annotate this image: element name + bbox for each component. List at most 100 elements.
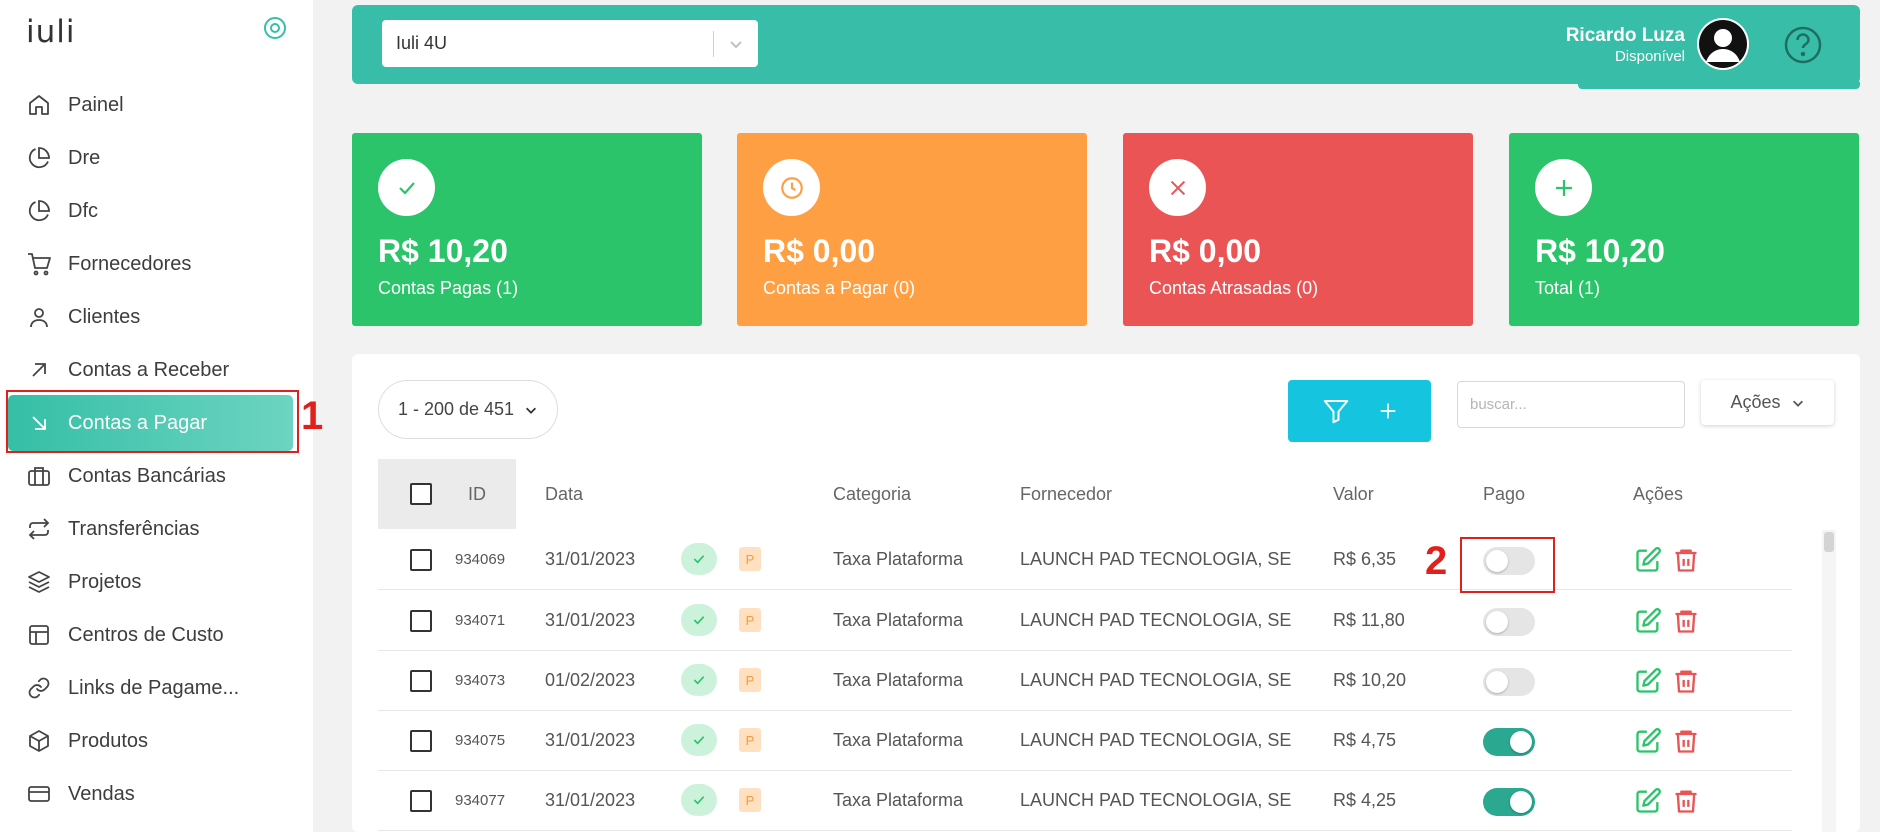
- column-header-id[interactable]: ID: [468, 484, 486, 505]
- select-all-checkbox[interactable]: [410, 483, 432, 505]
- trash-icon[interactable]: [1672, 546, 1700, 574]
- table-row[interactable]: 934071 31/01/2023 P Taxa Plataforma LAUN…: [378, 591, 1792, 651]
- paid-toggle[interactable]: [1483, 728, 1535, 756]
- sidebar-item-clientes[interactable]: Clientes: [8, 289, 293, 345]
- company-select-value: Iuli 4U: [396, 33, 448, 53]
- chevron-down-icon[interactable]: [714, 36, 758, 52]
- row-value: R$ 4,25: [1333, 790, 1397, 810]
- edit-icon[interactable]: [1634, 727, 1662, 755]
- row-id: 934069: [455, 551, 506, 568]
- avatar[interactable]: [1697, 18, 1749, 70]
- sidebar-item-transferencias[interactable]: Transferências: [8, 501, 293, 557]
- card-contas-pagas[interactable]: R$ 10,20 Contas Pagas (1): [352, 133, 702, 326]
- x-icon: [1149, 159, 1206, 216]
- sidebar-item-projetos[interactable]: Projetos: [8, 554, 293, 610]
- row-badge: P: [739, 668, 761, 692]
- sidebar-item-painel[interactable]: Painel: [8, 77, 293, 133]
- card-contas-a-pagar[interactable]: R$ 0,00 Contas a Pagar (0): [737, 133, 1087, 326]
- sidebar-item-produtos[interactable]: Produtos: [8, 713, 293, 769]
- scrollbar-thumb[interactable]: [1824, 532, 1834, 552]
- accounts-payable-panel: 1 - 200 de 451 Ações ID Data Categoria F…: [352, 354, 1860, 832]
- table-header: ID Data Categoria Fornecedor Valor Pago …: [378, 459, 1830, 529]
- company-select[interactable]: Iuli 4U: [382, 20, 758, 67]
- row-id: 934073: [455, 672, 506, 689]
- logo-text: iuli: [26, 14, 76, 50]
- row-checkbox[interactable]: [410, 730, 432, 752]
- sidebar-toggle-icon[interactable]: [263, 16, 287, 40]
- sidebar-item-centros-de-custo[interactable]: Centros de Custo: [8, 607, 293, 663]
- paid-toggle[interactable]: [1483, 668, 1535, 696]
- row-checkbox[interactable]: [410, 610, 432, 632]
- column-header-actions: Ações: [1633, 484, 1684, 504]
- actions-dropdown[interactable]: Ações: [1701, 380, 1834, 425]
- column-header-supplier[interactable]: Fornecedor: [1020, 484, 1112, 505]
- table-row[interactable]: 934069 31/01/2023 P Taxa Plataforma LAUN…: [378, 530, 1792, 590]
- plus-icon: [1377, 400, 1399, 422]
- pagination-dropdown[interactable]: 1 - 200 de 451: [378, 380, 558, 439]
- paid-toggle[interactable]: [1483, 788, 1535, 816]
- row-supplier: LAUNCH PAD TECNOLOGIA, SE: [1020, 730, 1292, 750]
- sidebar-item-vendas[interactable]: Vendas: [8, 766, 293, 822]
- sidebar-item-label: Painel: [68, 93, 124, 116]
- row-supplier: LAUNCH PAD TECNOLOGIA, SE: [1020, 790, 1292, 810]
- row-checkbox[interactable]: [410, 549, 432, 571]
- sidebar-item-fornecedores[interactable]: Fornecedores: [8, 236, 293, 292]
- filter-add-button[interactable]: [1288, 380, 1431, 442]
- card-label: Contas Atrasadas (0): [1149, 278, 1319, 298]
- help-icon[interactable]: [1783, 25, 1823, 65]
- sidebar-item-dre[interactable]: Dre: [8, 130, 293, 186]
- search-input[interactable]: [1457, 381, 1685, 428]
- table-row[interactable]: 934077 31/01/2023 P Taxa Plataforma LAUN…: [378, 771, 1792, 831]
- trash-icon[interactable]: [1672, 787, 1700, 815]
- row-date: 31/01/2023: [545, 730, 636, 750]
- check-icon: [681, 724, 717, 756]
- table-row[interactable]: 934075 31/01/2023 P Taxa Plataforma LAUN…: [378, 711, 1792, 771]
- sidebar-item-label: Clientes: [68, 305, 141, 328]
- user-info[interactable]: Ricardo Luza Disponível: [1566, 25, 1685, 65]
- iuli-logo[interactable]: iuli: [26, 14, 76, 50]
- annotation-box-1: [6, 390, 299, 453]
- briefcase-icon: [26, 463, 52, 489]
- trash-icon[interactable]: [1672, 667, 1700, 695]
- sidebar-item-label: Dfc: [68, 199, 98, 222]
- row-supplier: LAUNCH PAD TECNOLOGIA, SE: [1020, 549, 1292, 569]
- row-category: Taxa Plataforma: [833, 790, 964, 810]
- row-badge: P: [739, 547, 761, 571]
- edit-icon[interactable]: [1634, 546, 1662, 574]
- row-badge: P: [739, 728, 761, 752]
- column-header-paid[interactable]: Pago: [1483, 484, 1525, 505]
- paid-toggle[interactable]: [1483, 608, 1535, 636]
- row-category: Taxa Plataforma: [833, 549, 964, 569]
- row-value: R$ 4,75: [1333, 730, 1397, 750]
- row-value: R$ 6,35: [1333, 549, 1397, 569]
- edit-icon[interactable]: [1634, 607, 1662, 635]
- annotation-box-2: [1460, 537, 1555, 593]
- trash-icon[interactable]: [1672, 607, 1700, 635]
- sidebar-item-label: Dre: [68, 146, 101, 169]
- sidebar-item-contas-bancarias[interactable]: Contas Bancárias: [8, 448, 293, 504]
- actions-label: Ações: [1730, 392, 1781, 412]
- chevron-down-icon: [524, 403, 538, 417]
- sidebar-item-label: Contas a Receber: [68, 358, 230, 381]
- sidebar-item-label: Centros de Custo: [68, 623, 224, 646]
- row-checkbox[interactable]: [410, 670, 432, 692]
- sidebar-item-dfc[interactable]: Dfc: [8, 183, 293, 239]
- row-id: 934071: [455, 612, 506, 629]
- card-total[interactable]: R$ 10,20 Total (1): [1509, 133, 1859, 326]
- card-label: Contas a Pagar (0): [763, 278, 916, 298]
- row-date: 01/02/2023: [545, 670, 636, 690]
- row-category: Taxa Plataforma: [833, 670, 964, 690]
- column-header-category[interactable]: Categoria: [833, 484, 911, 505]
- sidebar-item-links-de-pagamento[interactable]: Links de Pagame...: [8, 660, 293, 716]
- trash-icon[interactable]: [1672, 727, 1700, 755]
- row-checkbox[interactable]: [410, 790, 432, 812]
- column-header-date[interactable]: Data: [545, 484, 583, 505]
- sidebar-item-label: Transferências: [68, 517, 200, 540]
- card-contas-atrasadas[interactable]: R$ 0,00 Contas Atrasadas (0): [1123, 133, 1473, 326]
- edit-icon[interactable]: [1634, 787, 1662, 815]
- table-row[interactable]: 934073 01/02/2023 P Taxa Plataforma LAUN…: [378, 651, 1792, 711]
- row-badge: P: [739, 608, 761, 632]
- edit-icon[interactable]: [1634, 667, 1662, 695]
- table-scrollbar[interactable]: [1822, 530, 1836, 832]
- column-header-value[interactable]: Valor: [1333, 484, 1374, 505]
